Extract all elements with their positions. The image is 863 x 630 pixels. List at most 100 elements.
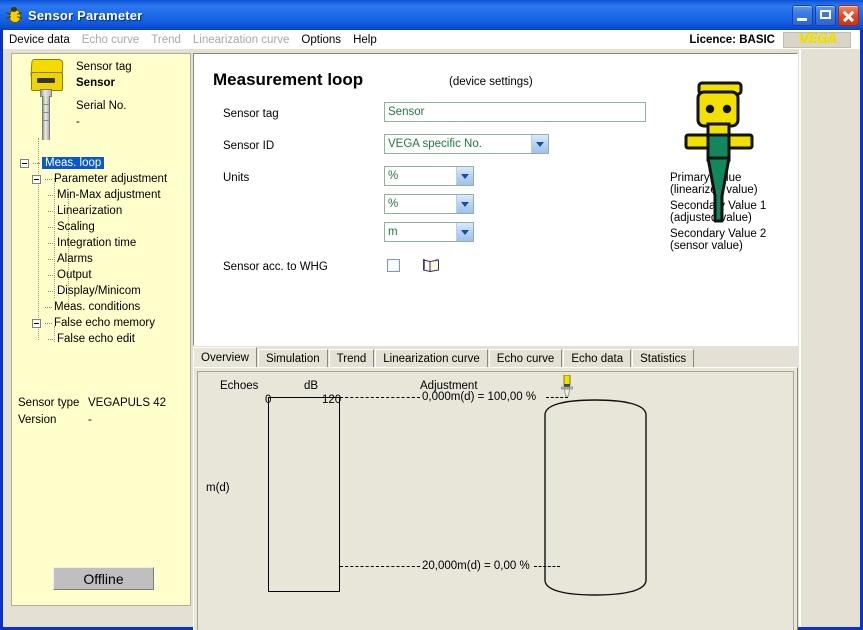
echo-plot-area — [268, 397, 340, 592]
tab-linearization-curve[interactable]: Linearization curve — [375, 349, 488, 368]
expander-minus-icon[interactable] — [32, 174, 41, 184]
tree-item-label: Meas. loop — [42, 157, 105, 169]
tree-item-label: Output — [57, 269, 92, 281]
serial-no-label: Serial No. — [76, 100, 127, 113]
tab-bar: Overview Simulation Trend Linearization … — [193, 346, 798, 368]
tree-item-parameter-adjustment[interactable]: Parameter adjustment — [18, 171, 190, 187]
book-icon[interactable] — [422, 257, 440, 273]
tree-dash — [46, 283, 57, 299]
tank-outline — [543, 399, 648, 596]
tree-item-display-minicom[interactable]: Display/Minicom — [18, 283, 190, 299]
tree-item-output[interactable]: Output — [18, 267, 190, 283]
right-filler — [798, 49, 860, 627]
tree-item-alarms[interactable]: Alarms — [18, 251, 190, 267]
client-area: Sensor tag Sensor Serial No. - Meas. loo… — [3, 49, 860, 630]
unit-secondary1-select[interactable]: % — [384, 194, 474, 214]
minimize-icon[interactable] — [792, 4, 813, 26]
tree-item-min-max-adjustment[interactable]: Min-Max adjustment — [18, 187, 190, 203]
vegapuls-sensor-graphic — [672, 78, 772, 228]
sensor-id-select[interactable]: VEGA specific No. — [384, 134, 549, 154]
application-window: Sensor Parameter Device data Echo curve … — [0, 0, 863, 630]
chevron-down-icon[interactable] — [456, 195, 473, 213]
whg-checkbox[interactable] — [387, 259, 400, 272]
sensor-tag-input[interactable] — [384, 102, 646, 122]
tree-dash — [46, 251, 57, 267]
close-icon[interactable] — [838, 4, 859, 26]
tab-simulation[interactable]: Simulation — [257, 349, 328, 368]
units-field-label: Units — [223, 172, 250, 184]
unit-secondary1-value: % — [388, 198, 399, 210]
expander-minus-icon[interactable] — [20, 158, 29, 168]
unit-primary-select[interactable]: % — [384, 166, 474, 186]
chevron-down-icon[interactable] — [456, 167, 473, 185]
tab-overview[interactable]: Overview — [193, 347, 257, 368]
menu-help[interactable]: Help — [347, 33, 383, 47]
expander-minus-icon[interactable] — [32, 318, 41, 328]
tree-item-meas-loop[interactable]: Meas. loop — [18, 155, 190, 171]
tree-item-label: Display/Minicom — [57, 285, 141, 297]
bug-icon — [5, 6, 23, 24]
tree-item-linearization[interactable]: Linearization — [18, 203, 190, 219]
upper-adjustment-label: 0,000m(d) = 100,00 % — [422, 391, 537, 403]
navigation-tree-panel: Sensor tag Sensor Serial No. - Meas. loo… — [11, 53, 191, 606]
window-controls — [792, 4, 859, 26]
version-value: - — [88, 413, 92, 426]
overview-chart-panel: Echoes dB 0 120 Adjustment m(d) 0,000m(d… — [193, 367, 798, 630]
tab-trend[interactable]: Trend — [328, 349, 375, 368]
offline-status-button[interactable]: Offline — [53, 567, 154, 590]
maximize-icon[interactable] — [815, 4, 836, 26]
tab-echo-curve[interactable]: Echo curve — [488, 349, 563, 368]
tree-item-scaling[interactable]: Scaling — [18, 219, 190, 235]
tab-statistics[interactable]: Statistics — [632, 349, 695, 368]
sensor-type-block: Sensor type VEGAPULS 42 Version - — [18, 395, 166, 428]
tree-item-false-echo-memory[interactable]: False echo memory — [18, 315, 190, 331]
lower-adjustment-line-left — [340, 566, 420, 567]
sensor-type-value: VEGAPULS 42 — [88, 397, 166, 409]
navigation-tree: Meas. loop Parameter adjustment Min-Max … — [18, 155, 190, 347]
tree-item-false-echo-edit[interactable]: False echo edit — [18, 331, 190, 347]
menu-device-data[interactable]: Device data — [3, 33, 76, 47]
chevron-down-icon[interactable] — [531, 135, 548, 153]
y-axis-label: m(d) — [206, 482, 230, 494]
menu-options[interactable]: Options — [295, 33, 347, 47]
echoes-label: Echoes — [220, 380, 259, 392]
tree-dash — [46, 267, 57, 283]
tree-item-meas-conditions[interactable]: Meas. conditions — [18, 299, 190, 315]
unit-secondary2-description: Secondary Value 2 (sensor value) — [670, 228, 767, 252]
version-label: Version — [18, 413, 57, 426]
tree-item-label: False echo memory — [54, 317, 155, 329]
tree-item-label: Linearization — [57, 205, 123, 217]
sensor-id-field-label: Sensor ID — [223, 140, 275, 152]
tree-dash — [43, 171, 54, 187]
tree-dash — [46, 187, 57, 203]
unit-secondary2-value: m — [388, 226, 398, 238]
menu-bar: Device data Echo curve Trend Linearizati… — [3, 30, 860, 49]
upper-adjustment-line-left — [340, 397, 420, 398]
tree-item-label: Min-Max adjustment — [57, 189, 161, 201]
title-bar: Sensor Parameter — [0, 0, 863, 30]
tree-item-label: Integration time — [57, 237, 137, 249]
page-title: Measurement loop — [213, 70, 364, 89]
tab-echo-data[interactable]: Echo data — [563, 349, 632, 368]
sensor-tag-field-label: Sensor tag — [223, 108, 279, 120]
panel-edge — [799, 49, 801, 627]
chevron-down-icon[interactable] — [456, 223, 473, 241]
db-label: dB — [304, 380, 319, 392]
lower-adjustment-label: 20,000m(d) = 0,00 % — [422, 560, 530, 572]
sensor-tag-value: Sensor — [76, 76, 115, 89]
overview-chart: Echoes dB 0 120 Adjustment m(d) 0,000m(d… — [197, 371, 794, 630]
tree-item-label: Scaling — [57, 221, 95, 233]
vega-logo: VEGA — [783, 31, 851, 48]
tree-item-integration-time[interactable]: Integration time — [18, 235, 190, 251]
vega-logo-text: VEGA — [798, 32, 836, 47]
tree-dash — [46, 331, 57, 347]
mini-sensor-icon — [560, 374, 574, 402]
menu-trend: Trend — [151, 33, 181, 46]
licence-label: Licence: BASIC — [689, 33, 775, 46]
unit-secondary2-select[interactable]: m — [384, 222, 474, 242]
tree-item-label: Meas. conditions — [54, 301, 141, 313]
tree-dash — [43, 315, 54, 331]
measurement-loop-form: Measurement loop (device settings) Senso… — [193, 53, 798, 346]
serial-no-value: - — [76, 115, 80, 128]
tree-dash — [46, 219, 57, 235]
